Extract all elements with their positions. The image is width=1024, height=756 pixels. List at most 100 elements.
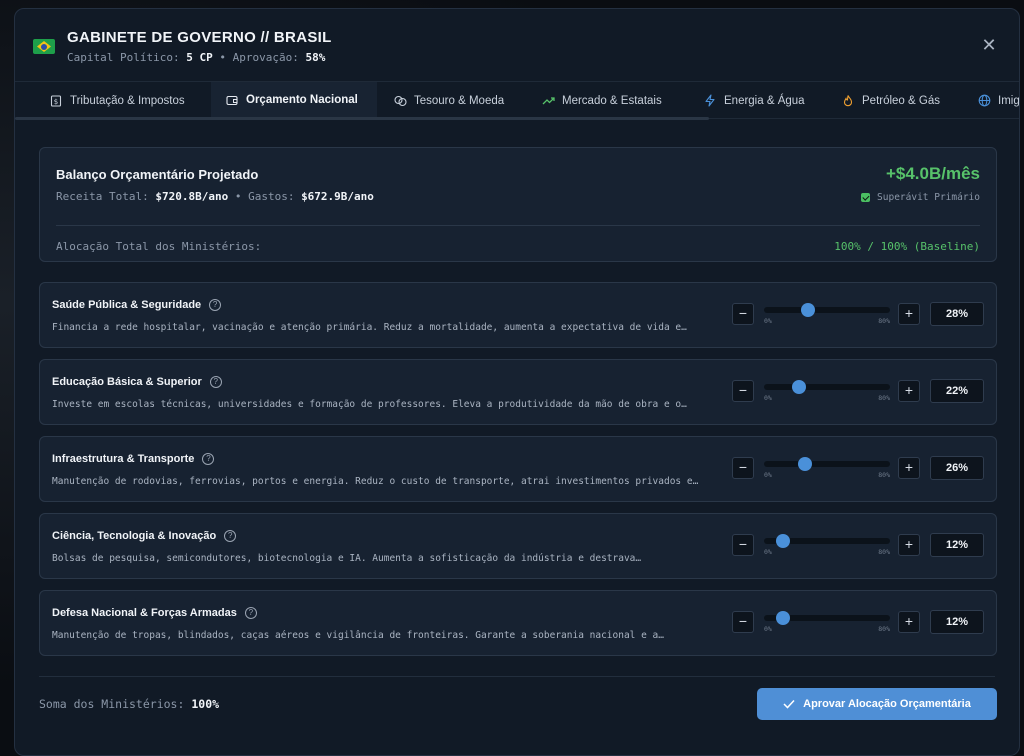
tab-label: Tesouro & Moeda <box>414 94 505 107</box>
tab-tesouro[interactable]: Tesouro & Moeda <box>393 82 505 118</box>
budget-balance-card: Balanço Orçamentário Projetado Receita T… <box>39 147 997 262</box>
header-stats: Capital Político: 5 CP • Aprovação: 58% <box>67 51 325 64</box>
increase-button[interactable]: + <box>898 303 920 325</box>
sum-label: Soma dos Ministérios: <box>39 697 185 711</box>
increase-button[interactable]: + <box>898 611 920 633</box>
help-icon[interactable]: ? <box>209 299 222 311</box>
balance-title: Balanço Orçamentário Projetado <box>56 167 259 182</box>
decrease-button[interactable]: − <box>732 534 754 556</box>
ministry-label: Saúde Pública & Seguridade <box>52 299 202 311</box>
ministry-label: Ciência, Tecnologia & Inovação <box>52 530 217 542</box>
tab-energia[interactable]: Energia & Água <box>703 82 805 118</box>
allocation-slider[interactable]: 0% 80% <box>764 380 890 404</box>
slider-thumb[interactable] <box>797 457 812 471</box>
balance-separator: • <box>234 190 242 203</box>
checkbox-icon <box>861 193 871 202</box>
expense-label: Gastos: <box>248 190 295 203</box>
political-capital-value: 5 CP <box>186 51 213 64</box>
allocation-slider[interactable]: 0% 80% <box>764 611 890 635</box>
allocation-slider[interactable]: 0% 80% <box>764 457 890 481</box>
slider-max-label: 80% <box>878 548 890 556</box>
slider-thumb[interactable] <box>791 380 806 394</box>
slider-track <box>764 384 890 390</box>
expense-value: $672.9B/ano <box>301 190 374 203</box>
ministry-label: Educação Básica & Superior <box>52 376 202 388</box>
ministry-label: Infraestrutura & Transporte <box>52 453 195 465</box>
slider-min-label: 0% <box>764 317 772 325</box>
political-capital-label: Capital Político: <box>67 51 180 64</box>
decrease-button[interactable]: − <box>732 380 754 402</box>
approval-label: Aprovação: <box>232 51 299 64</box>
slider-min-label: 0% <box>764 625 772 633</box>
decrease-button[interactable]: − <box>732 457 754 479</box>
ministry-description: Investe em escolas técnicas, universidad… <box>52 399 687 410</box>
help-icon[interactable]: ? <box>224 530 237 542</box>
ministry-description: Bolsas de pesquisa, semicondutores, biot… <box>52 553 642 564</box>
tab-label: Imigração <box>998 94 1019 107</box>
allocation-value[interactable]: 12% <box>930 533 984 557</box>
svg-text:$: $ <box>54 98 58 106</box>
tab-mercado[interactable]: Mercado & Estatais <box>541 82 662 118</box>
close-icon[interactable]: ✕ <box>979 35 999 55</box>
approve-allocation-button[interactable]: Aprovar Alocação Orçamentária <box>757 688 997 720</box>
slider-min-label: 0% <box>764 394 772 402</box>
slider-max-label: 80% <box>878 394 890 402</box>
footer-divider <box>39 676 995 677</box>
tab-label: Tributação & Impostos <box>70 94 185 107</box>
globe-icon <box>977 94 991 108</box>
help-icon[interactable]: ? <box>209 376 222 388</box>
allocation-slider[interactable]: 0% 80% <box>764 303 890 327</box>
increase-button[interactable]: + <box>898 457 920 479</box>
ministry-row: Educação Básica & Superior? Investe em es… <box>39 359 997 425</box>
divider <box>56 225 980 226</box>
ministry-description: Financia a rede hospitalar, vacinação e … <box>52 322 687 333</box>
ministry-row: Saúde Pública & Seguridade? Financia a re… <box>39 282 997 348</box>
revenue-label: Receita Total: <box>56 190 149 203</box>
tab-bar: $ Tributação & Impostos Orçamento Nacion… <box>15 81 1019 119</box>
help-icon[interactable]: ? <box>244 607 257 619</box>
tab-label: Energia & Água <box>724 94 805 107</box>
slider-track <box>764 307 890 313</box>
decrease-button[interactable]: − <box>732 303 754 325</box>
ministry-row: Defesa Nacional & Forças Armadas? Manuten… <box>39 590 997 656</box>
increase-button[interactable]: + <box>898 380 920 402</box>
allocation-value[interactable]: 26% <box>930 456 984 480</box>
tab-label: Orçamento Nacional <box>246 93 358 106</box>
ministry-name: Educação Básica & Superior? <box>52 376 222 388</box>
trend-up-icon <box>541 94 555 108</box>
increase-button[interactable]: + <box>898 534 920 556</box>
slider-thumb[interactable] <box>801 303 816 317</box>
ministry-label: Defesa Nacional & Forças Armadas <box>52 607 237 619</box>
slider-max-label: 80% <box>878 317 890 325</box>
allocation-value[interactable]: 22% <box>930 379 984 403</box>
ministry-sum: Soma dos Ministérios: 100% <box>39 697 219 711</box>
slider-thumb[interactable] <box>775 611 790 625</box>
wallet-icon <box>225 93 239 107</box>
tab-petroleo[interactable]: Petróleo & Gás <box>841 82 940 118</box>
slider-thumb[interactable] <box>775 534 790 548</box>
ministry-name: Ciência, Tecnologia & Inovação? <box>52 530 237 542</box>
allocation-slider[interactable]: 0% 80% <box>764 534 890 558</box>
tab-orcamento[interactable]: Orçamento Nacional <box>211 82 377 118</box>
tab-scrollbar[interactable] <box>15 117 709 120</box>
surplus-label: Superávit Primário <box>877 192 980 203</box>
allocation-value[interactable]: 28% <box>930 302 984 326</box>
help-icon[interactable]: ? <box>202 453 215 465</box>
balance-amount: +$4.0B/mês <box>885 164 980 183</box>
tab-label: Petróleo & Gás <box>862 94 940 107</box>
approval-value: 58% <box>305 51 326 64</box>
tab-imigracao[interactable]: Imigração <box>977 82 1019 118</box>
ministry-name: Saúde Pública & Seguridade? <box>52 299 222 311</box>
ministry-description: Manutenção de tropas, blindados, caças a… <box>52 630 664 641</box>
surplus-status: Superávit Primário <box>861 192 980 203</box>
allocation-value: 100% / 100% (Baseline) <box>834 240 980 253</box>
decrease-button[interactable]: − <box>732 611 754 633</box>
ministry-name: Defesa Nacional & Forças Armadas? <box>52 607 257 619</box>
approve-label: Aprovar Alocação Orçamentária <box>803 698 971 710</box>
coins-icon <box>393 94 407 108</box>
brazil-flag-icon <box>33 39 55 54</box>
allocation-value[interactable]: 12% <box>930 610 984 634</box>
government-cabinet-modal: GABINETE DE GOVERNO // BRASIL Capital Po… <box>14 8 1020 756</box>
tab-label: Mercado & Estatais <box>562 94 662 107</box>
tab-tributacao[interactable]: $ Tributação & Impostos <box>35 82 199 118</box>
